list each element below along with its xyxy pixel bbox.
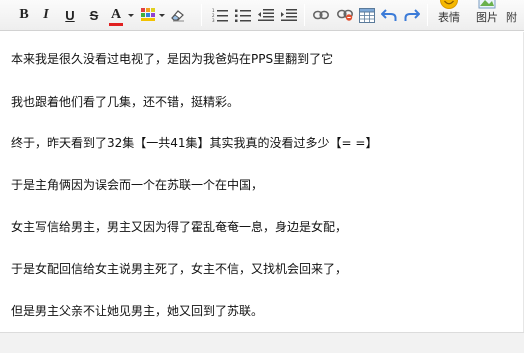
underline-button[interactable]: U [60, 5, 80, 25]
attach-label: 附 [506, 11, 517, 24]
paragraph: 于是主角俩因为误会而一个在苏联一个在中国， [11, 178, 264, 192]
font-color-bar [108, 23, 124, 26]
image-icon [478, 0, 496, 9]
italic-icon: I [43, 7, 49, 22]
toolbar-separator [304, 4, 305, 26]
ordered-list-button[interactable]: 1 2 3 [210, 5, 230, 25]
undo-button[interactable] [379, 5, 399, 25]
font-color-dropdown-icon[interactable] [128, 14, 134, 17]
strikethrough-icon: S [89, 7, 99, 23]
bold-button[interactable]: B [14, 5, 34, 25]
font-color-icon: A [108, 7, 124, 26]
background-color-icon [141, 8, 155, 21]
bold-icon: B [19, 7, 29, 22]
table-icon [359, 7, 375, 23]
paragraph: 但是男主父亲不让她见男主，她又回到了苏联。 [11, 304, 264, 318]
outdent-button[interactable] [256, 5, 276, 25]
editor-footer [0, 332, 524, 353]
indent-icon [281, 9, 297, 21]
emoticon-icon [440, 0, 458, 9]
background-color-button[interactable] [138, 5, 158, 25]
link-button[interactable] [311, 5, 331, 25]
svg-text:3: 3 [212, 18, 215, 22]
rich-text-editor: B I U S A 1 2 3 表情 图片 附 本来我是很久没看过电视了，是因为… [0, 0, 524, 353]
paragraph: 女主写信给男主，男主又因为得了霍乱奄奄一息，身边是女配， [11, 220, 348, 234]
attach-button[interactable]: 附 [506, 0, 524, 30]
redo-icon [404, 9, 420, 21]
unlink-button[interactable] [335, 5, 355, 25]
paragraph: 于是女配回信给女主说男主死了，女主不信，又找机会回来了， [11, 262, 348, 276]
italic-button[interactable]: I [36, 5, 56, 25]
editor-content-area[interactable]: 本来我是很久没看过电视了，是因为我爸妈在PPS里翻到了它 我也跟着他们看了几集，… [0, 32, 524, 332]
editor-toolbar: B I U S A 1 2 3 表情 图片 附 [0, 0, 524, 31]
paragraph: 我也跟着他们看了几集，还不错，挺精彩。 [11, 95, 240, 109]
paragraph: 本来我是很久没看过电视了，是因为我爸妈在PPS里翻到了它 [11, 52, 334, 66]
strikethrough-button[interactable]: S [84, 5, 104, 25]
font-color-letter: A [110, 7, 122, 22]
undo-icon [381, 9, 397, 21]
ordered-list-icon: 1 2 3 [212, 8, 228, 22]
outdent-icon [258, 9, 274, 21]
unordered-list-icon [235, 9, 251, 22]
redo-button[interactable] [402, 5, 422, 25]
image-label: 图片 [476, 11, 498, 24]
emoticon-button[interactable]: 表情 [432, 0, 466, 30]
unlink-icon [337, 9, 353, 21]
image-button[interactable]: 图片 [470, 0, 504, 30]
unordered-list-button[interactable] [233, 5, 253, 25]
background-color-dropdown-icon[interactable] [159, 14, 165, 17]
link-icon [313, 10, 329, 20]
toolbar-separator [201, 4, 202, 26]
underline-icon: U [65, 7, 75, 23]
eraser-button[interactable] [168, 5, 188, 25]
table-button[interactable] [357, 5, 377, 25]
toolbar-separator [427, 4, 428, 26]
paragraph: 终于，昨天看到了32集【一共41集】其实我真的没看过多少【= =】 [11, 136, 378, 150]
font-color-button[interactable]: A [106, 5, 126, 26]
eraser-icon [171, 10, 184, 22]
indent-button[interactable] [279, 5, 299, 25]
emoticon-label: 表情 [438, 11, 460, 24]
